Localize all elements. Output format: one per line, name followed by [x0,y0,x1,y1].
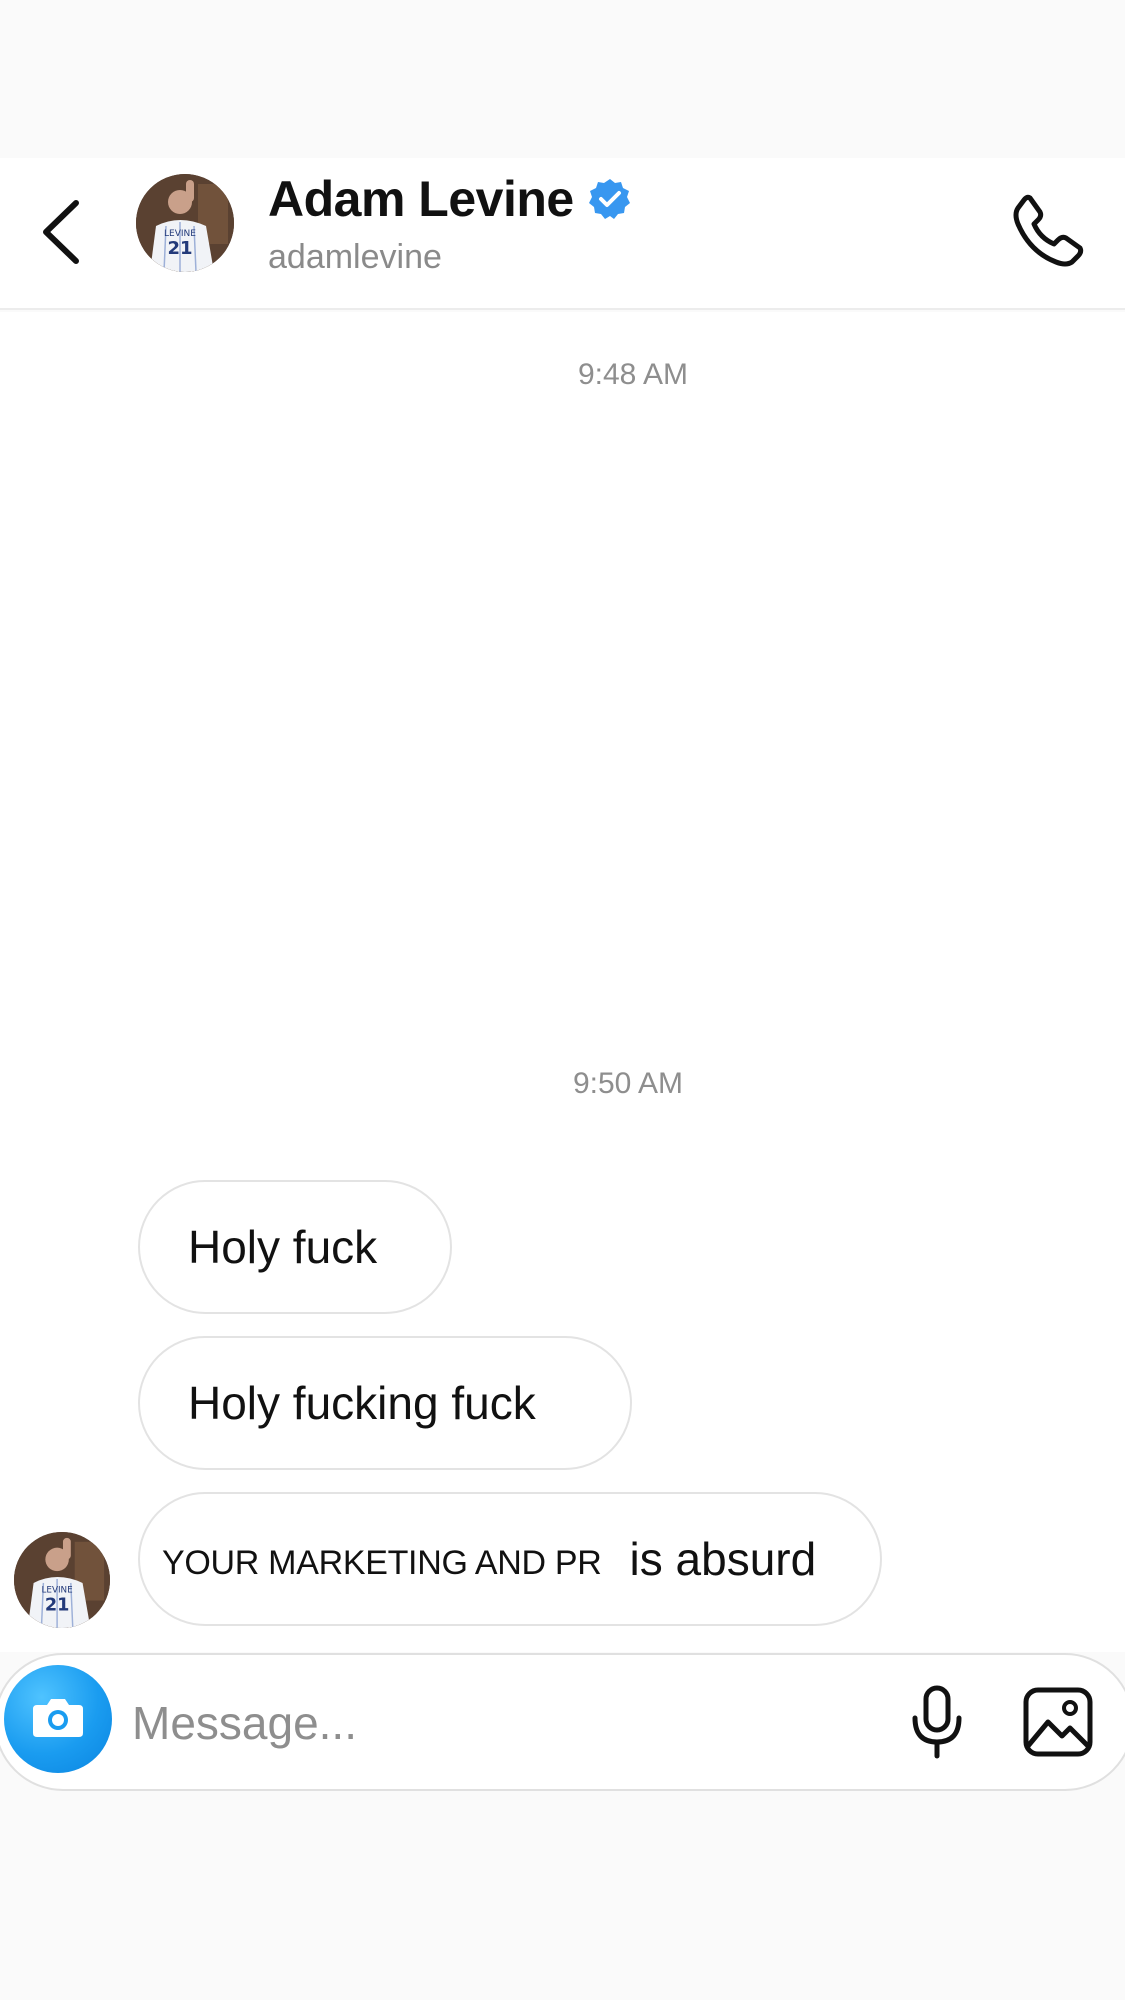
contact-username: adamlevine [268,238,442,276]
phone-icon [1010,192,1086,273]
chat-header: LEVINE 21 Adam Levine adamlevine [0,158,1125,310]
verified-badge-icon [588,177,632,221]
microphone-button[interactable] [902,1679,972,1769]
sender-avatar[interactable]: LEVINE 21 [14,1532,110,1628]
contact-name-row[interactable]: Adam Levine [268,170,632,228]
contact-name: Adam Levine [268,171,574,227]
message-bubble[interactable]: Holy fuck [138,1180,452,1314]
message-text: Holy fucking fuck [188,1377,536,1429]
timestamp: 9:50 AM [572,1067,684,1100]
message-overlay-text: YOUR MARKETING AND PR [162,1543,602,1582]
message-composer [0,1653,1125,1791]
svg-text:LEVINE: LEVINE [41,1586,72,1596]
chevron-left-icon [38,197,82,272]
camera-icon [31,1695,85,1744]
message-bubble[interactable]: YOUR MARKETING AND PR is absurd [138,1492,882,1626]
timestamp: 9:48 AM [577,358,689,391]
svg-text:21: 21 [45,1595,70,1615]
dm-screen: LEVINE 21 Adam Levine adamlevine 9:48 AM… [0,0,1125,2000]
gallery-icon [1022,1686,1094,1763]
message-bubble[interactable]: Holy fucking fuck [138,1336,632,1470]
back-button[interactable] [20,192,100,276]
svg-text:21: 21 [167,238,192,259]
avatar[interactable]: LEVINE 21 [136,174,234,272]
camera-button[interactable] [4,1665,112,1773]
message-thread[interactable]: 9:48 AM 9:50 AM Holy fuck Holy fucking f… [0,312,1125,1652]
message-text: Holy fuck [188,1221,378,1273]
message-input[interactable] [132,1685,872,1761]
microphone-icon [909,1684,965,1765]
call-button[interactable] [1002,186,1094,278]
message-text: is absurd [629,1533,817,1585]
gallery-button[interactable] [1016,1681,1100,1767]
